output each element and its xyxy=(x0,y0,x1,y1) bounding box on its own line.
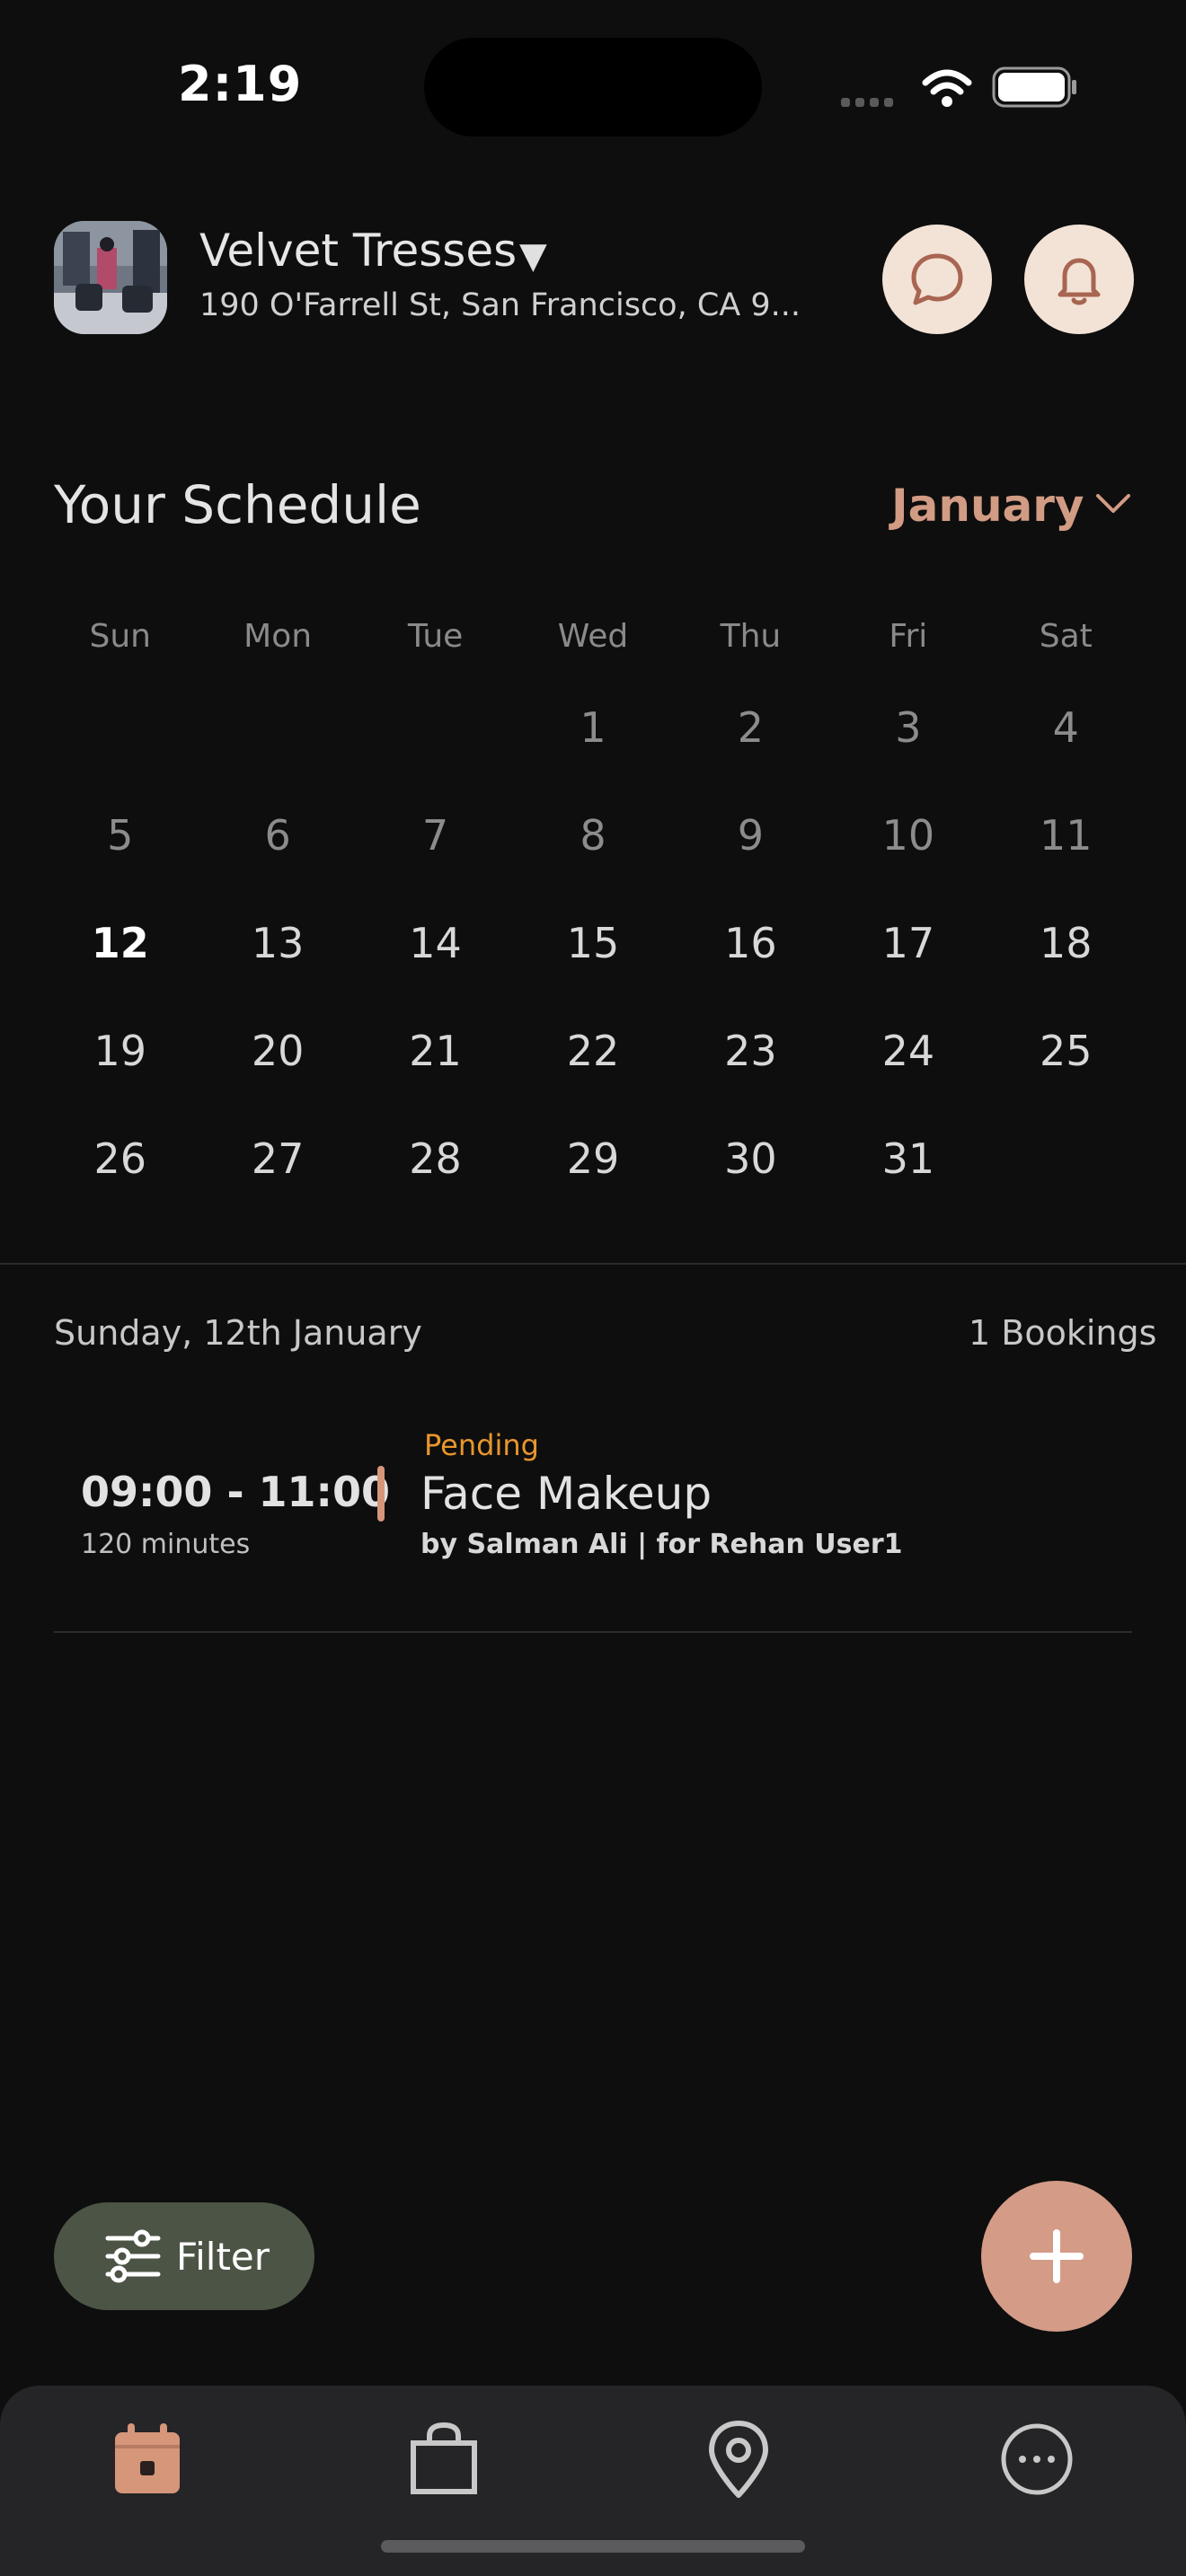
bell-icon xyxy=(1058,258,1101,305)
nav-locations[interactable] xyxy=(685,2405,792,2513)
booking-title: Face Makeup xyxy=(420,1468,712,1520)
shopping-bag-icon xyxy=(411,2422,477,2494)
calendar-day[interactable]: 18 xyxy=(987,916,1145,1024)
calendar-day[interactable]: 5 xyxy=(41,808,199,916)
nav-shop[interactable] xyxy=(390,2405,498,2513)
plus-icon xyxy=(1030,2229,1084,2283)
calendar-day[interactable]: 19 xyxy=(41,1024,199,1132)
calendar-day[interactable]: 27 xyxy=(199,1132,356,1239)
shop-avatar[interactable] xyxy=(54,221,167,334)
filter-label: Filter xyxy=(176,2234,270,2279)
add-booking-button[interactable] xyxy=(981,2181,1132,2332)
salon-photo xyxy=(54,221,167,334)
location-pin-icon xyxy=(709,2421,768,2498)
shop-address: 190 O'Farrell St, San Francisco, CA 9... xyxy=(199,287,801,323)
calendar-day[interactable]: 6 xyxy=(199,808,356,916)
calendar-day-selected[interactable]: 12 xyxy=(41,916,199,1024)
nav-more[interactable] xyxy=(983,2405,1091,2513)
shop-name[interactable]: Velvet Tresses xyxy=(199,225,517,277)
calendar-empty xyxy=(199,701,356,808)
calendar-day[interactable]: 8 xyxy=(514,808,671,916)
calendar-day[interactable]: 28 xyxy=(357,1132,514,1239)
calendar-day[interactable]: 14 xyxy=(357,916,514,1024)
calendar-icon xyxy=(115,2423,180,2493)
booking-duration: 120 minutes xyxy=(81,1529,251,1560)
calendar-day[interactable]: 20 xyxy=(199,1024,356,1132)
calendar-empty xyxy=(41,701,199,808)
chat-button[interactable] xyxy=(882,225,992,334)
calendar-day[interactable]: 24 xyxy=(829,1024,987,1132)
calendar-day[interactable]: 15 xyxy=(514,916,671,1024)
status-time: 2:19 xyxy=(178,56,303,112)
notifications-button[interactable] xyxy=(1024,225,1134,334)
calendar-day[interactable]: 21 xyxy=(357,1024,514,1132)
weekday-label: Wed xyxy=(557,618,629,655)
calendar-day[interactable]: 4 xyxy=(987,701,1145,808)
calendar-grid: 1 2 3 4 5 6 7 8 9 10 11 12 13 14 15 16 1… xyxy=(41,701,1145,1239)
shop-switch-caret-icon[interactable]: ▼ xyxy=(519,235,547,277)
filter-button[interactable]: Filter xyxy=(54,2202,314,2310)
weekday-label: Tue xyxy=(407,618,464,655)
section-divider xyxy=(0,1263,1186,1265)
calendar-day[interactable]: 30 xyxy=(672,1132,829,1239)
weekday-header: Sun Mon Tue Wed Thu Fri Sat xyxy=(41,618,1145,655)
bookings-count: 1 Bookings xyxy=(969,1313,1157,1353)
calendar-day[interactable]: 10 xyxy=(829,808,987,916)
calendar-day[interactable]: 16 xyxy=(672,916,829,1024)
schedule-title: Your Schedule xyxy=(54,474,421,535)
sliders-icon xyxy=(105,2229,161,2283)
calendar-day[interactable]: 22 xyxy=(514,1024,671,1132)
calendar-day[interactable]: 17 xyxy=(829,916,987,1024)
wifi-icon xyxy=(922,69,972,107)
weekday-label: Sun xyxy=(89,618,151,655)
calendar-day[interactable]: 2 xyxy=(672,701,829,808)
weekday-label: Thu xyxy=(720,618,782,655)
calendar-day[interactable]: 25 xyxy=(987,1024,1145,1132)
booking-accent-bar xyxy=(377,1466,385,1522)
dynamic-island xyxy=(424,38,762,137)
calendar-empty xyxy=(357,701,514,808)
booking-status: Pending xyxy=(424,1428,539,1462)
cellular-signal-icon xyxy=(841,93,902,107)
chat-bubble-icon xyxy=(911,253,963,305)
home-indicator xyxy=(381,2540,805,2553)
month-selector[interactable]: January xyxy=(891,480,1084,532)
calendar-day[interactable]: 3 xyxy=(829,701,987,808)
calendar-day[interactable]: 7 xyxy=(357,808,514,916)
calendar-day[interactable]: 29 xyxy=(514,1132,671,1239)
weekday-label: Fri xyxy=(889,618,928,655)
calendar-day[interactable]: 1 xyxy=(514,701,671,808)
calendar-day[interactable]: 31 xyxy=(829,1132,987,1239)
booking-divider xyxy=(54,1631,1132,1633)
booking-time: 09:00 - 11:00 xyxy=(81,1468,390,1516)
calendar-empty xyxy=(987,1132,1145,1239)
selected-date-label: Sunday, 12th January xyxy=(54,1313,422,1353)
calendar-day[interactable]: 9 xyxy=(672,808,829,916)
calendar-day[interactable]: 26 xyxy=(41,1132,199,1239)
weekday-label: Sat xyxy=(1039,618,1093,655)
chevron-down-icon[interactable] xyxy=(1094,490,1132,517)
nav-calendar[interactable] xyxy=(93,2405,201,2513)
battery-icon xyxy=(992,66,1076,108)
calendar-day[interactable]: 23 xyxy=(672,1024,829,1132)
booking-details: by Salman Ali | for Rehan User1 xyxy=(420,1529,903,1560)
weekday-label: Mon xyxy=(243,618,313,655)
calendar-day[interactable]: 13 xyxy=(199,916,356,1024)
calendar-day[interactable]: 11 xyxy=(987,808,1145,916)
more-icon xyxy=(1001,2423,1073,2495)
